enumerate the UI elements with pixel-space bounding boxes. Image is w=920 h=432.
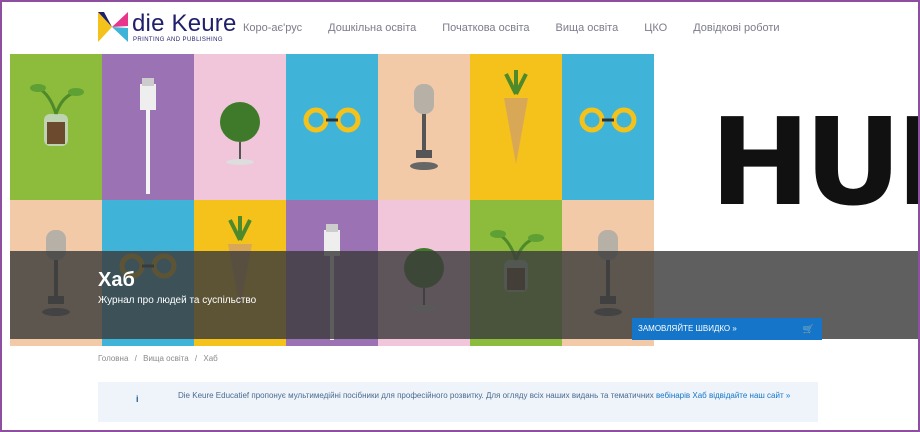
breadcrumb-current: Хаб — [203, 354, 218, 363]
brand-name: die Keure — [132, 10, 237, 37]
topiary-tree-icon — [220, 102, 260, 165]
breadcrumb: Головна / Вища освіта / Хаб — [98, 354, 222, 363]
nav-item-3[interactable]: Початкова освіта — [442, 22, 529, 34]
order-button-label: ЗАМОВЛЯЙТЕ ШВИДКО » — [638, 324, 737, 333]
hero-tile — [378, 54, 470, 200]
yellow-glasses-icon — [579, 107, 637, 133]
hero-banner: HUB Хаб Журнал про людей та суспільство … — [10, 54, 918, 346]
nav-item-1[interactable]: Коро-ає'рус — [243, 22, 302, 34]
usb-cable-icon — [140, 78, 156, 194]
notice-link[interactable]: вебінарів Хаб відвідайте наш сайт » — [656, 391, 790, 400]
order-quickly-button[interactable]: ЗАМОВЛЯЙТЕ ШВИДКО » 🛒 — [632, 318, 822, 340]
cart-icon: 🛒 — [802, 324, 814, 334]
plant-jar-icon — [30, 84, 84, 146]
info-icon: i — [136, 394, 139, 404]
microphone-icon — [410, 84, 438, 170]
hub-logo: HUB — [710, 94, 918, 233]
breadcrumb-sep: / — [194, 354, 198, 363]
notice-text: Die Keure Educatief пропонує мультимедій… — [178, 390, 798, 401]
hero-tile — [470, 54, 562, 200]
die-keure-logo-mark-icon — [98, 12, 128, 42]
yellow-glasses-icon — [303, 107, 361, 133]
info-notice: i Die Keure Educatief пропонує мультимед… — [98, 382, 818, 422]
hero-tile — [102, 54, 194, 200]
brand-tagline: PRINTING AND PUBLISHING — [133, 37, 223, 43]
breadcrumb-sep: / — [134, 354, 137, 363]
page-subtitle: Журнал про людей та суспільство — [98, 295, 257, 306]
main-nav: Коро-ає'рус Дошкільна освіта Початкова о… — [243, 22, 806, 34]
breadcrumb-section[interactable]: Вища освіта — [143, 354, 189, 363]
nav-item-4[interactable]: Вища освіта — [556, 22, 619, 34]
hero-tile — [562, 54, 654, 200]
notice-body: Die Keure Educatief пропонує мультимедій… — [178, 391, 654, 400]
hero-tile — [10, 54, 102, 200]
pineapple-cone-icon — [504, 70, 528, 164]
nav-item-6[interactable]: Довідкові роботи — [693, 22, 779, 34]
page-title: Хаб — [98, 269, 135, 291]
page-frame: die Keure PRINTING AND PUBLISHING Коро-а… — [0, 0, 920, 432]
hero-tile — [194, 54, 286, 200]
breadcrumb-home[interactable]: Головна — [98, 354, 128, 363]
nav-item-2[interactable]: Дошкільна освіта — [328, 22, 416, 34]
site-header: die Keure PRINTING AND PUBLISHING Коро-а… — [2, 2, 918, 54]
nav-item-5[interactable]: ЦКО — [644, 22, 667, 34]
hero-tile — [286, 54, 378, 200]
die-keure-logo[interactable]: die Keure PRINTING AND PUBLISHING — [98, 10, 238, 50]
